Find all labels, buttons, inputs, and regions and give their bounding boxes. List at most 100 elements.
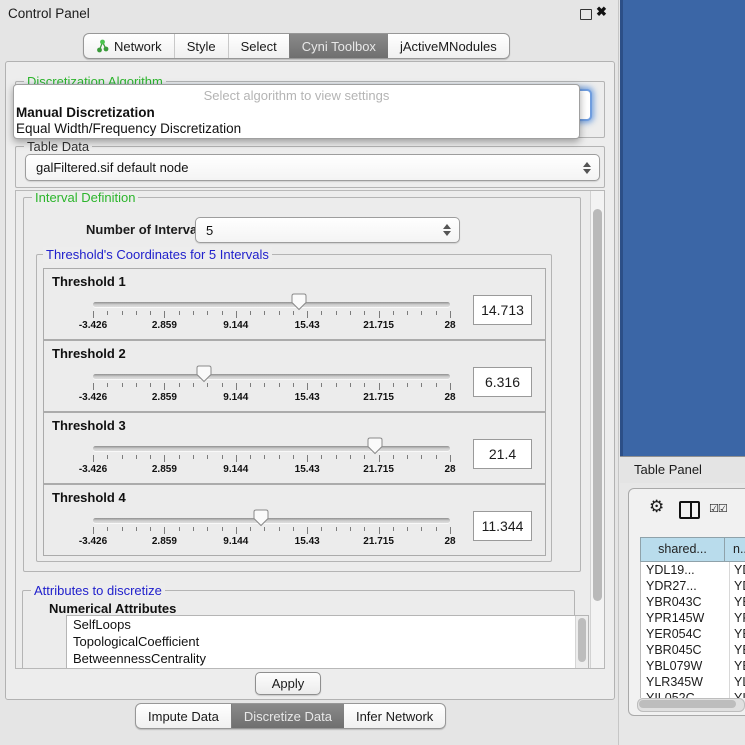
threshold-box-4: Threshold 4-3.4262.8599.14415.4321.71528… [43,484,546,556]
table-panel-title: Table Panel [634,462,702,477]
apply-button[interactable]: Apply [255,672,321,695]
tick-label: 2.859 [152,464,177,475]
tick-label: 28 [444,320,455,331]
tab-style[interactable]: Style [174,34,228,58]
list-item-selfloops[interactable]: SelfLoops [67,616,588,633]
tick-mark [179,527,180,531]
slider-tick-labels: -3.4262.8599.14415.4321.71528 [93,320,450,332]
tick-mark [264,527,265,531]
num-intervals-combobox[interactable]: 5 [195,217,460,243]
threshold-value-field[interactable]: 11.344 [473,511,532,541]
table-row[interactable]: YBR045CYBR0 [641,642,745,658]
main-scrollbar[interactable] [590,191,604,668]
slider-thumb[interactable] [367,437,383,455]
table-row[interactable]: YIL052CYIL0 [641,690,745,698]
slider-track[interactable] [93,446,450,451]
column-layout-icon[interactable] [679,501,700,519]
tick-mark [321,311,322,315]
tick-mark [122,311,123,315]
tick-mark [450,527,451,534]
slider-track[interactable] [93,374,450,379]
table-row[interactable]: YDL19...YDL1 [641,562,745,578]
tick-mark [293,527,294,531]
column-header-2[interactable]: n... [724,537,745,562]
cyni-toolbox-panel: Discretization Algorithm Select algorith… [5,61,615,700]
tick-mark [136,455,137,459]
tick-mark [393,455,394,459]
slider-thumb[interactable] [291,293,307,311]
threshold-value-field[interactable]: 14.713 [473,295,532,325]
tick-mark [136,527,137,531]
gear-icon[interactable]: ⚙ [649,497,664,517]
checkbox-filter-icons[interactable]: ☑☑ [709,502,727,515]
cell-name: YDL1 [730,562,745,578]
threshold-value-field[interactable]: 6.316 [473,367,532,397]
list-item-topologicalcoefficient[interactable]: TopologicalCoefficient [67,633,588,650]
tick-mark [107,383,108,387]
tab-label: Impute Data [148,709,219,724]
dropdown-option-equal-width-frequency-discretization[interactable]: Equal Width/Frequency Discretization [14,121,579,137]
float-window-icon[interactable] [580,9,592,20]
column-header-1[interactable]: shared... [640,537,725,562]
tick-mark [350,455,351,459]
tick-mark [150,383,151,387]
threshold-value-field[interactable]: 21.4 [473,439,532,469]
tick-mark [250,383,251,387]
tab-cyni-toolbox[interactable]: Cyni Toolbox [289,34,388,58]
tick-mark [307,383,308,390]
tick-mark [193,527,194,531]
table-data-combobox-value: galFiltered.sif default node [36,160,188,175]
cell-name: YBR0 [730,594,745,610]
tick-label: -3.426 [79,392,107,403]
tick-label: -3.426 [79,320,107,331]
attributes-scrollbar[interactable] [575,616,588,669]
tab-infer-network[interactable]: Infer Network [344,704,445,728]
cell-name: YBR0 [730,642,745,658]
tick-mark [193,455,194,459]
slider-track[interactable] [93,302,450,307]
tick-mark [379,383,380,390]
tick-mark [336,311,337,315]
tab-network[interactable]: Network [84,34,174,58]
table-row[interactable]: YLR345WYLR3 [641,674,745,690]
dropdown-option-manual-discretization[interactable]: Manual Discretization [14,105,579,121]
tick-label: -3.426 [79,536,107,547]
scrollbar-thumb[interactable] [593,209,602,601]
tick-mark [307,311,308,318]
scrollbar-thumb[interactable] [578,618,586,662]
tab-impute-data[interactable]: Impute Data [136,704,231,728]
tick-mark [321,527,322,531]
table-data-combobox[interactable]: galFiltered.sif default node [25,154,600,181]
scrollbar-thumb[interactable] [639,700,736,708]
table-row[interactable]: YDR27...YDR2 [641,578,745,594]
tab-label: Cyni Toolbox [302,39,376,54]
table-row[interactable]: YPR145WYPR1 [641,610,745,626]
tick-mark [421,311,422,315]
slider-thumb[interactable] [196,365,212,383]
tab-label: Network [114,39,162,54]
table-row[interactable]: YER054CYER0 [641,626,745,642]
slider-tick-labels: -3.4262.8599.14415.4321.71528 [93,392,450,404]
interval-definition-group: Interval Definition Number of Intervals … [23,197,581,572]
tick-mark [222,311,223,315]
table-hscrollbar[interactable] [637,698,745,712]
tick-mark [136,311,137,315]
list-item-betweennesscentrality[interactable]: BetweennessCentrality [67,650,588,667]
tick-label: 9.144 [223,392,248,403]
tick-mark [164,527,165,534]
table-row[interactable]: YBL079WYBL0 [641,658,745,674]
tick-label: 21.715 [363,392,394,403]
tick-mark [136,383,137,387]
tick-mark [379,455,380,462]
tab-discretize-data[interactable]: Discretize Data [231,704,344,728]
slider-track[interactable] [93,518,450,523]
slider-thumb[interactable] [253,509,269,527]
cell-shared-name: YBL079W [641,658,730,674]
tab-select[interactable]: Select [228,34,289,58]
tab-jactivemnodules[interactable]: jActiveMNodules [388,34,509,58]
stepper-arrows-icon [443,224,451,236]
table-row[interactable]: YBR043CYBR0 [641,594,745,610]
table-panel-bar: Table Panel [620,456,745,483]
tick-mark [107,527,108,531]
close-icon[interactable]: ✖ [596,4,607,20]
